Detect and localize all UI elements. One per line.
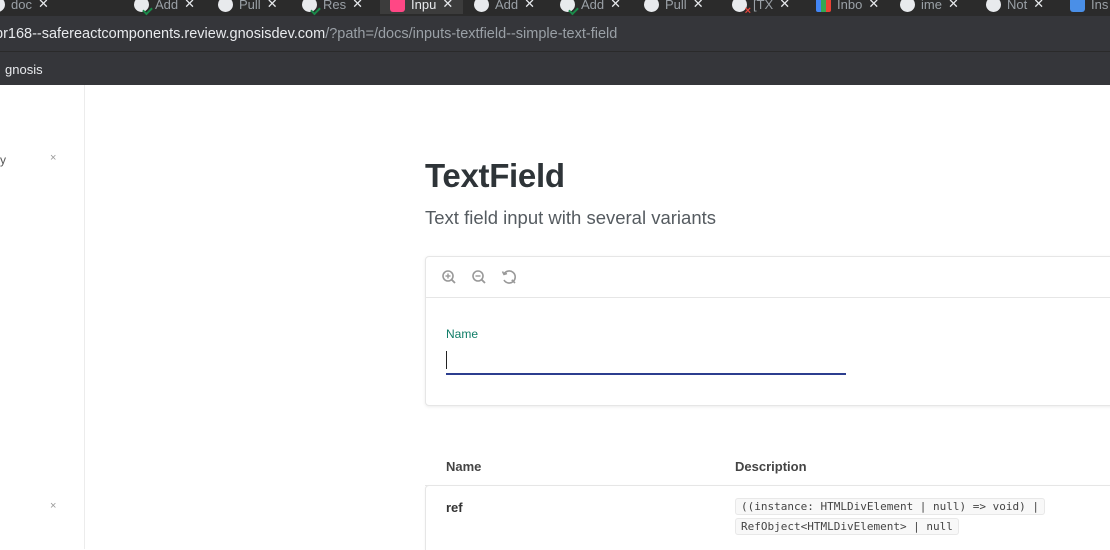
tab-label: Not [1007, 0, 1028, 12]
close-icon[interactable]: ✕ [352, 0, 363, 12]
browser-tab[interactable]: ime ✕ [900, 0, 959, 14]
sidebar-item[interactable]: × [0, 499, 84, 519]
browser-tab[interactable]: Add ✕ [560, 0, 621, 14]
text-caret [446, 351, 447, 369]
page-subtitle: Text field input with several variants [425, 207, 716, 228]
browser-tab[interactable]: Ins [1070, 0, 1108, 14]
prop-description: ((instance: HTMLDivElement | null) => vo… [735, 497, 1110, 537]
close-icon[interactable]: ✕ [524, 0, 535, 12]
gmail-icon [816, 0, 831, 12]
tab-label: Ins [1091, 0, 1109, 12]
collapse-icon[interactable]: × [50, 152, 56, 164]
tab-label: Add [155, 0, 179, 12]
docs-content: TextField Text field input with several … [85, 85, 1110, 550]
prop-name: ref [446, 500, 463, 515]
page-title: TextField [425, 157, 565, 194]
close-icon[interactable]: ✕ [693, 0, 704, 12]
tab-strip: doc ✕ Add ✕ Pull ✕ Res ✕ Inpu ✕ Add ✕ Ad… [0, 0, 1110, 16]
type-code: RefObject<HTMLDivElement> | null [735, 518, 959, 535]
github-cross-icon [732, 0, 751, 16]
insights-icon [1070, 0, 1085, 12]
browser-tab-active[interactable]: Inpu ✕ [380, 0, 464, 14]
collapse-icon[interactable]: × [50, 500, 56, 512]
zoom-in-icon[interactable] [440, 268, 458, 286]
address-bar[interactable]: pr168--safereactcomponents.review.gnosis… [0, 16, 1110, 51]
close-icon[interactable]: ✕ [610, 0, 621, 12]
close-icon[interactable]: ✕ [868, 0, 879, 12]
browser-tab[interactable]: Res ✕ [302, 0, 363, 14]
story-preview: Name [425, 256, 1110, 406]
tab-label: [TX [753, 0, 774, 12]
github-icon [218, 0, 233, 12]
browser-tab[interactable]: Add ✕ [474, 0, 535, 14]
github-icon [900, 0, 915, 12]
github-check-icon [560, 0, 575, 12]
tab-label: Inbo [837, 0, 863, 12]
type-code: ((instance: HTMLDivElement | null) => vo… [735, 498, 1046, 515]
github-icon [986, 0, 1001, 12]
github-icon [0, 0, 5, 12]
browser-tab[interactable]: Pull ✕ [218, 0, 278, 14]
column-header-name: Name [446, 459, 482, 474]
browser-tab[interactable]: Add ✕ [134, 0, 195, 14]
close-icon[interactable]: ✕ [442, 0, 453, 12]
props-table-header: Name Description [425, 459, 1110, 486]
bookmark-gnosis[interactable]: gnosis [5, 62, 43, 77]
tab-label: Add [581, 0, 605, 12]
close-icon[interactable]: ✕ [184, 0, 195, 12]
browser-tab[interactable]: [TX ✕ [732, 0, 790, 16]
close-icon[interactable]: ✕ [267, 0, 278, 12]
field-label: Name [446, 327, 479, 341]
tab-label: Pull [239, 0, 261, 12]
bookmarks-bar: gnosis [0, 51, 1110, 86]
browser-tab[interactable]: Inbo ✕ [816, 0, 879, 14]
github-check-icon [302, 0, 317, 12]
tab-label: Pull [665, 0, 687, 12]
github-icon [644, 0, 659, 12]
browser-tab[interactable]: Not ✕ [986, 0, 1044, 14]
reset-zoom-icon[interactable] [500, 268, 518, 286]
sidebar-item-label: y [0, 153, 6, 167]
browser-tab[interactable]: doc ✕ [0, 0, 49, 14]
tab-label: ime [921, 0, 942, 12]
preview-toolbar [426, 257, 1110, 298]
tab-label: Add [495, 0, 519, 12]
tab-label: doc [11, 0, 32, 12]
close-icon[interactable]: ✕ [948, 0, 959, 12]
table-row: ref ((instance: HTMLDivElement | null) =… [425, 485, 1110, 550]
storybook-icon [390, 0, 405, 12]
name-input[interactable] [446, 349, 846, 375]
url-path: /?path=/docs/inputs-textfield--simple-te… [325, 25, 618, 42]
storybook-sidebar: y × × [0, 85, 85, 549]
github-icon [474, 0, 489, 12]
browser-tab[interactable]: Pull ✕ [644, 0, 704, 14]
zoom-out-icon[interactable] [470, 268, 488, 286]
github-check-icon [134, 0, 149, 12]
name-text-field: Name [446, 327, 846, 375]
tab-label: Res [323, 0, 347, 12]
column-header-description: Description [735, 459, 807, 474]
close-icon[interactable]: ✕ [1033, 0, 1044, 12]
url-host: pr168--safereactcomponents.review.gnosis… [0, 25, 326, 42]
close-icon[interactable]: ✕ [779, 0, 790, 12]
tab-label: Inpu [411, 0, 437, 12]
close-icon[interactable]: ✕ [38, 0, 49, 12]
sidebar-item[interactable]: y × [0, 151, 84, 171]
